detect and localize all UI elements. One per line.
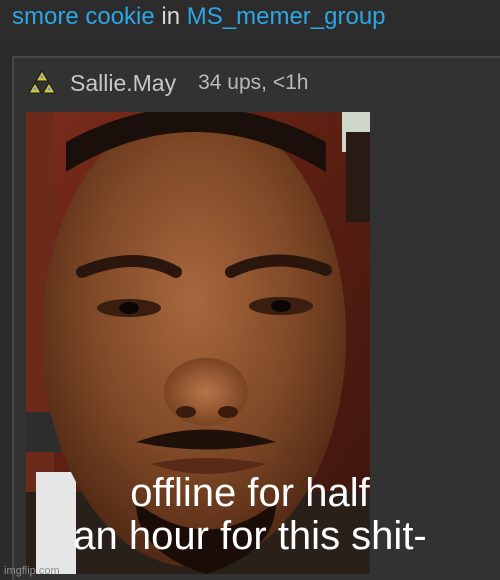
caption-line-1: offline for half (130, 471, 370, 515)
meme-page: smore cookie in MS_memer_group Sallie.Ma… (0, 0, 500, 580)
imgflip-watermark: imgflip.com (4, 565, 60, 577)
post-meta: 34 ups, <1h (198, 71, 309, 94)
author-link[interactable]: smore cookie (12, 3, 155, 30)
meme-caption: offline for half an hour for this shit- (0, 472, 500, 558)
post-context-bar: smore cookie in MS_memer_group (0, 0, 500, 44)
group-link[interactable]: MS_memer_group (187, 3, 386, 30)
username-link[interactable]: Sallie.May (70, 70, 176, 97)
post-context: smore cookie in MS_memer_group (12, 2, 386, 32)
connector-text: in (161, 3, 181, 30)
post-header: Sallie.May 34 ups, <1h (28, 68, 308, 98)
caption-line-2: an hour for this shit- (73, 514, 427, 558)
triforce-badge-icon (28, 70, 56, 94)
